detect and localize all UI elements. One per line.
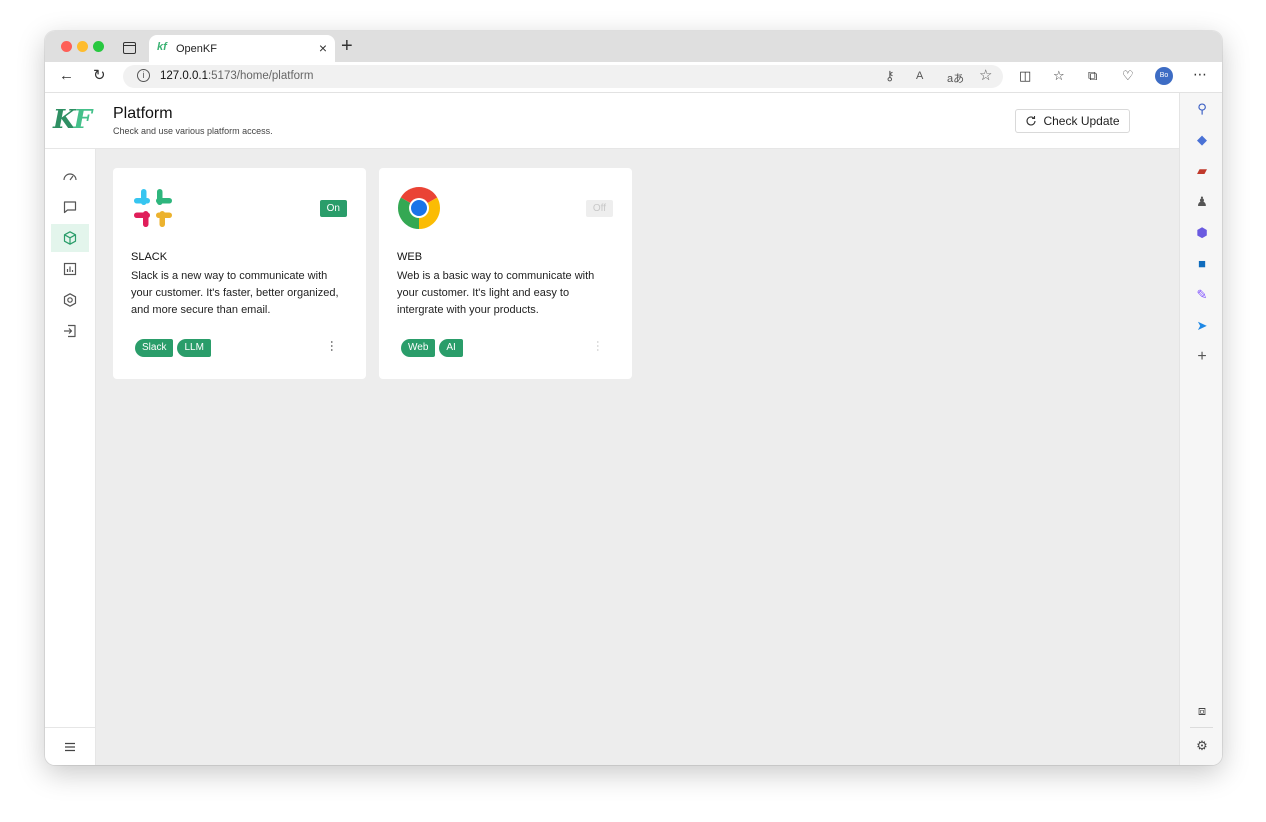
sidebar-divider bbox=[45, 727, 95, 728]
app-sidebar bbox=[45, 149, 96, 765]
tag-llm: LLM bbox=[177, 339, 211, 357]
openkf-logo[interactable]: KF bbox=[53, 105, 93, 135]
browser-window: kf OpenKF × + ← ↻ i 127.0.0.1:5173/home/… bbox=[45, 31, 1222, 765]
rail-divider bbox=[1190, 727, 1213, 728]
platform-card-web: Off WEB Web is a basic way to communicat… bbox=[379, 168, 632, 379]
games-icon[interactable]: ♟ bbox=[1194, 194, 1210, 210]
cube-icon bbox=[63, 231, 77, 245]
site-info-icon[interactable]: i bbox=[137, 69, 150, 82]
favorites-icon[interactable]: ☆ bbox=[1053, 67, 1065, 85]
logout-icon bbox=[64, 324, 76, 338]
outlook-icon[interactable]: ■ bbox=[1194, 256, 1210, 272]
logo-k: K bbox=[53, 105, 76, 135]
platform-description-slack: Slack is a new way to communicate with y… bbox=[131, 270, 339, 316]
more-options-icon[interactable]: ⋯ bbox=[325, 340, 339, 352]
back-arrow-icon[interactable]: ← bbox=[59, 67, 74, 85]
tab-actions-icon[interactable] bbox=[123, 42, 136, 54]
tag-list-web: Web AI bbox=[401, 339, 463, 357]
platform-name-slack: SLACK bbox=[131, 251, 168, 263]
key-icon[interactable]: ⚷ bbox=[885, 68, 895, 84]
sidebar-item-analytics[interactable] bbox=[51, 255, 89, 283]
url-path: :5173/home/platform bbox=[207, 70, 314, 82]
send-icon[interactable]: ➤ bbox=[1194, 318, 1210, 334]
add-app-icon[interactable]: + bbox=[1194, 349, 1210, 365]
search-icon[interactable]: ⚲ bbox=[1194, 101, 1210, 117]
page-subtitle: Check and use various platform access. bbox=[113, 126, 273, 136]
sidebar-item-dashboard[interactable] bbox=[51, 162, 89, 190]
new-tab-button[interactable]: + bbox=[341, 36, 353, 56]
platform-description-web: Web is a basic way to communicate with y… bbox=[397, 270, 595, 316]
app-header: KF Platform Check and use various platfo… bbox=[45, 93, 1179, 149]
reload-icon[interactable]: ↻ bbox=[93, 67, 106, 85]
check-update-button[interactable]: Check Update bbox=[1015, 109, 1130, 133]
maximize-window-button[interactable] bbox=[93, 41, 104, 52]
menu-icon bbox=[65, 742, 75, 752]
tag-list-slack: Slack LLM bbox=[135, 339, 211, 357]
shopping-tag-icon[interactable]: ◆ bbox=[1194, 132, 1210, 148]
address-url: 127.0.0.1:5173/home/platform bbox=[160, 70, 313, 82]
openkf-favicon-icon: kf bbox=[157, 41, 167, 53]
browser-toolbar: ← ↻ i 127.0.0.1:5173/home/platform ⚷ A a… bbox=[45, 62, 1222, 93]
tag-web: Web bbox=[401, 339, 436, 357]
platform-card-slack: On SLACK Slack is a new way to communica… bbox=[113, 168, 366, 379]
translate-icon[interactable]: aあ bbox=[947, 70, 964, 86]
profile-avatar[interactable]: Bo bbox=[1155, 67, 1173, 85]
favorite-star-icon[interactable]: ☆ bbox=[979, 66, 992, 84]
slack-logo-icon bbox=[134, 189, 172, 227]
split-screen-icon[interactable]: ◫ bbox=[1019, 67, 1031, 85]
refresh-icon bbox=[1026, 116, 1037, 126]
gear-icon[interactable]: ⚙ bbox=[1194, 738, 1210, 754]
copilot-icon[interactable]: ⬢ bbox=[1194, 225, 1210, 241]
dashboard-icon bbox=[63, 173, 77, 181]
more-options-icon[interactable]: ⋯ bbox=[591, 340, 605, 352]
chrome-logo-icon bbox=[397, 186, 441, 229]
close-window-button[interactable] bbox=[61, 41, 72, 52]
sidebar-item-messages[interactable] bbox=[51, 193, 89, 221]
tab-title: OpenKF bbox=[176, 43, 217, 55]
more-menu-icon[interactable]: ⋯ bbox=[1193, 65, 1207, 83]
platform-name-web: WEB bbox=[397, 251, 423, 263]
minimize-window-button[interactable] bbox=[77, 41, 88, 52]
check-update-label: Check Update bbox=[1043, 114, 1120, 128]
logo-f: F bbox=[73, 105, 93, 135]
url-host: 127.0.0.1 bbox=[160, 70, 208, 82]
tab-openkf[interactable]: kf OpenKF × bbox=[149, 35, 335, 62]
browser-essentials-icon[interactable]: ♡ bbox=[1122, 67, 1134, 85]
chart-icon bbox=[63, 262, 77, 276]
tag-slack: Slack bbox=[135, 339, 174, 357]
sidebar-item-logout[interactable] bbox=[51, 317, 89, 345]
status-badge-web[interactable]: Off bbox=[585, 200, 613, 217]
tab-close-icon[interactable]: × bbox=[319, 40, 327, 56]
designer-icon[interactable]: ✎ bbox=[1194, 287, 1210, 303]
sidebar-item-platform[interactable] bbox=[51, 224, 89, 252]
sidebar-item-settings[interactable] bbox=[51, 286, 89, 314]
openkf-app: KF Platform Check and use various platfo… bbox=[45, 93, 1179, 765]
tab-strip: kf OpenKF × + bbox=[45, 31, 1222, 62]
address-bar[interactable]: i 127.0.0.1:5173/home/platform ⚷ A aあ ☆ bbox=[123, 65, 1003, 88]
page-title: Platform bbox=[113, 105, 173, 122]
status-badge-slack[interactable]: On bbox=[319, 200, 347, 217]
edge-sidebar: ⚲ ◆ ▰ ♟ ⬢ ■ ✎ ➤ + ⧈ ⚙ bbox=[1179, 93, 1222, 765]
tag-ai: AI bbox=[439, 339, 463, 357]
settings-hexagon-icon bbox=[63, 293, 77, 307]
tools-briefcase-icon[interactable]: ▰ bbox=[1194, 163, 1210, 179]
collections-icon[interactable]: ⧉ bbox=[1088, 67, 1097, 85]
read-aloud-icon[interactable]: A bbox=[916, 70, 923, 82]
sidebar-collapse-button[interactable] bbox=[51, 733, 89, 761]
message-icon bbox=[63, 201, 77, 214]
screenshot-icon[interactable]: ⧈ bbox=[1194, 703, 1210, 719]
